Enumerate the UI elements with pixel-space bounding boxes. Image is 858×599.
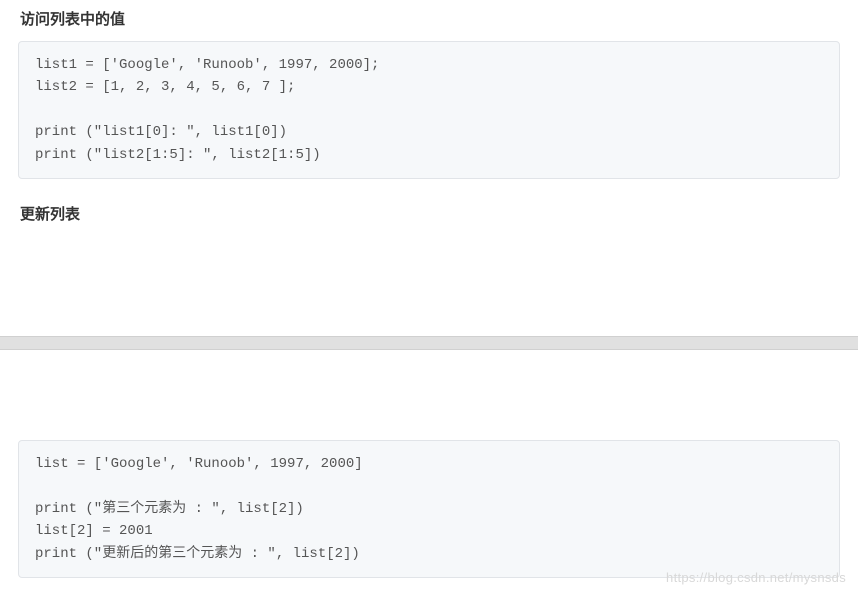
- page-container: 访问列表中的值 list1 = ['Google', 'Runoob', 199…: [0, 0, 858, 578]
- page-divider: [0, 336, 858, 350]
- heading-access-values: 访问列表中的值: [0, 0, 858, 41]
- code-block-access: list1 = ['Google', 'Runoob', 1997, 2000]…: [18, 41, 840, 179]
- code-block-update: list = ['Google', 'Runoob', 1997, 2000] …: [18, 440, 840, 578]
- heading-update-list: 更新列表: [0, 195, 858, 236]
